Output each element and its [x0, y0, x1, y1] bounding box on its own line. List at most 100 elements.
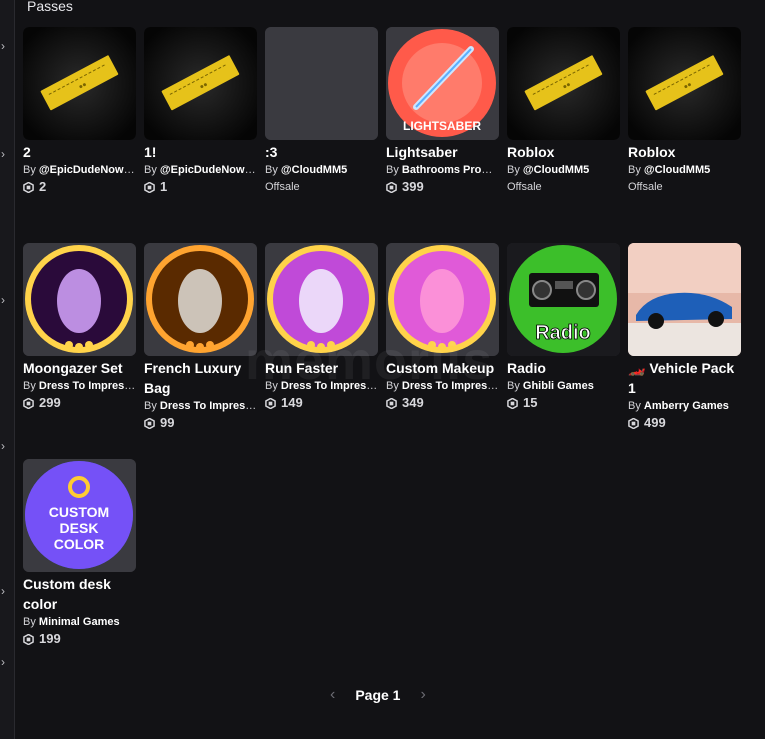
pass-name[interactable]: 1! — [144, 142, 257, 162]
passes-grid: 2 By @EpicDudeNow1... 2 1! By @EpicDudeNow1… — [23, 27, 763, 675]
pass-creator: By Dress To Impress ... — [23, 378, 136, 394]
pass-card[interactable]: 2 By @EpicDudeNow1... 2 — [23, 27, 136, 243]
pass-card[interactable]: Roblox By @CloudMM5 Offsale — [628, 27, 741, 243]
svg-text:CUSTOM: CUSTOM — [49, 504, 109, 520]
pass-name[interactable]: Radio — [507, 358, 620, 378]
creator-name[interactable]: Dress To Impress ... — [402, 380, 499, 392]
pass-thumbnail[interactable] — [144, 27, 257, 140]
pass-price: 349 — [386, 394, 499, 412]
pass-creator: By @CloudMM5 — [265, 162, 378, 178]
next-page-button[interactable]: › — [420, 686, 425, 704]
robux-icon — [628, 417, 639, 429]
svg-text:DESK: DESK — [60, 520, 99, 536]
pass-thumbnail[interactable] — [144, 243, 257, 356]
pass-name[interactable]: Custom desk color — [23, 574, 136, 614]
pass-creator: By Dress To Impress ... — [265, 378, 378, 394]
pass-card[interactable]: Run Faster By Dress To Impress ... 149 — [265, 243, 378, 459]
robux-icon — [386, 181, 397, 193]
svg-text:LIGHTSABER: LIGHTSABER — [403, 119, 481, 133]
pass-name[interactable]: Run Faster — [265, 358, 378, 378]
pass-creator: By @CloudMM5 — [507, 162, 620, 178]
pass-name[interactable]: 2 — [23, 142, 136, 162]
pass-name[interactable]: 🏎️ Vehicle Pack 1 — [628, 358, 741, 398]
robux-icon — [144, 181, 155, 193]
chevron-right-icon[interactable]: › — [1, 656, 11, 668]
pass-name[interactable]: Roblox — [507, 142, 620, 162]
pass-name[interactable]: Lightsaber — [386, 142, 499, 162]
pass-thumbnail[interactable]: CUSTOM DESK COLOR — [23, 459, 136, 572]
pass-creator: By Dress To Impress ... — [144, 398, 257, 414]
pass-name[interactable]: Moongazer Set — [23, 358, 136, 378]
by-label: By — [386, 380, 399, 392]
creator-name[interactable]: @EpicDudeNow1... — [160, 164, 257, 176]
by-label: By — [507, 164, 520, 176]
pass-thumbnail[interactable] — [386, 243, 499, 356]
price-value: 499 — [644, 415, 666, 430]
pass-creator: By @EpicDudeNow1... — [23, 162, 136, 178]
creator-name[interactable]: Dress To Impress ... — [39, 380, 136, 392]
pass-price: 499 — [628, 414, 741, 432]
creator-name[interactable]: Bathrooms Produ... — [402, 164, 499, 176]
pass-thumbnail[interactable] — [507, 27, 620, 140]
pass-price: 399 — [386, 178, 499, 196]
prev-page-button[interactable]: ‹ — [330, 686, 335, 704]
price-value: 15 — [523, 395, 538, 410]
creator-name[interactable]: Minimal Games — [39, 616, 120, 628]
pass-card[interactable]: CUSTOM DESK COLOR Custom desk color By Mi… — [23, 459, 136, 675]
pass-card[interactable]: Roblox By @CloudMM5 Offsale — [507, 27, 620, 243]
price-value: 399 — [402, 179, 424, 194]
creator-name[interactable]: Amberry Games — [644, 400, 729, 412]
pass-price: 99 — [144, 414, 257, 432]
robux-icon — [265, 397, 276, 409]
chevron-right-icon[interactable]: › — [1, 148, 11, 160]
by-label: By — [386, 164, 399, 176]
pass-price: 2 — [23, 178, 136, 196]
by-label: By — [23, 616, 36, 628]
pass-thumbnail[interactable] — [23, 27, 136, 140]
creator-name[interactable]: @EpicDudeNow1... — [39, 164, 136, 176]
pass-thumbnail[interactable]: Radio — [507, 243, 620, 356]
pass-card[interactable]: Custom Makeup By Dress To Impress ... 349 — [386, 243, 499, 459]
robux-icon — [144, 417, 155, 429]
price-value: 299 — [39, 395, 61, 410]
price-value: 1 — [160, 179, 168, 194]
pass-thumbnail[interactable] — [265, 27, 378, 140]
price-value: 349 — [402, 395, 424, 410]
creator-name[interactable]: @CloudMM5 — [281, 164, 347, 176]
pass-name[interactable]: French Luxury Bag — [144, 358, 257, 398]
pass-card[interactable]: Moongazer Set By Dress To Impress ... 299 — [23, 243, 136, 459]
by-label: By — [265, 164, 278, 176]
robux-icon — [507, 397, 518, 409]
robux-icon — [23, 633, 34, 645]
by-label: By — [23, 164, 36, 176]
pass-creator: By Ghibli Games — [507, 378, 620, 394]
chevron-right-icon[interactable]: › — [1, 40, 11, 52]
pass-card[interactable]: Radio Radio By Ghibli Games 15 — [507, 243, 620, 459]
pass-name[interactable]: :3 — [265, 142, 378, 162]
offsale-label: Offsale — [628, 181, 663, 193]
chevron-right-icon[interactable]: › — [1, 440, 11, 452]
creator-name[interactable]: Dress To Impress ... — [281, 380, 378, 392]
creator-name[interactable]: @CloudMM5 — [644, 164, 710, 176]
pass-card[interactable]: French Luxury Bag By Dress To Impress ...… — [144, 243, 257, 459]
pass-creator: By Minimal Games — [23, 614, 136, 630]
svg-text:COLOR: COLOR — [54, 536, 105, 552]
pass-thumbnail[interactable]: LIGHTSABER — [386, 27, 499, 140]
pass-thumbnail[interactable] — [265, 243, 378, 356]
pass-thumbnail[interactable] — [23, 243, 136, 356]
pass-card[interactable]: LIGHTSABER Lightsaber By Bathrooms Produ.… — [386, 27, 499, 243]
creator-name[interactable]: Ghibli Games — [523, 380, 594, 392]
pass-name[interactable]: Roblox — [628, 142, 741, 162]
pass-price: 149 — [265, 394, 378, 412]
chevron-right-icon[interactable]: › — [1, 585, 11, 597]
pass-card[interactable]: 1! By @EpicDudeNow1... 1 — [144, 27, 257, 243]
creator-name[interactable]: Dress To Impress ... — [160, 400, 257, 412]
pass-thumbnail[interactable] — [628, 27, 741, 140]
pass-creator: By Amberry Games — [628, 398, 741, 414]
pass-name[interactable]: Custom Makeup — [386, 358, 499, 378]
pass-card[interactable]: :3 By @CloudMM5 Offsale — [265, 27, 378, 243]
pass-thumbnail[interactable] — [628, 243, 741, 356]
creator-name[interactable]: @CloudMM5 — [523, 164, 589, 176]
pass-card[interactable]: 🏎️ Vehicle Pack 1 By Amberry Games 499 — [628, 243, 741, 459]
chevron-right-icon[interactable]: › — [1, 294, 11, 306]
